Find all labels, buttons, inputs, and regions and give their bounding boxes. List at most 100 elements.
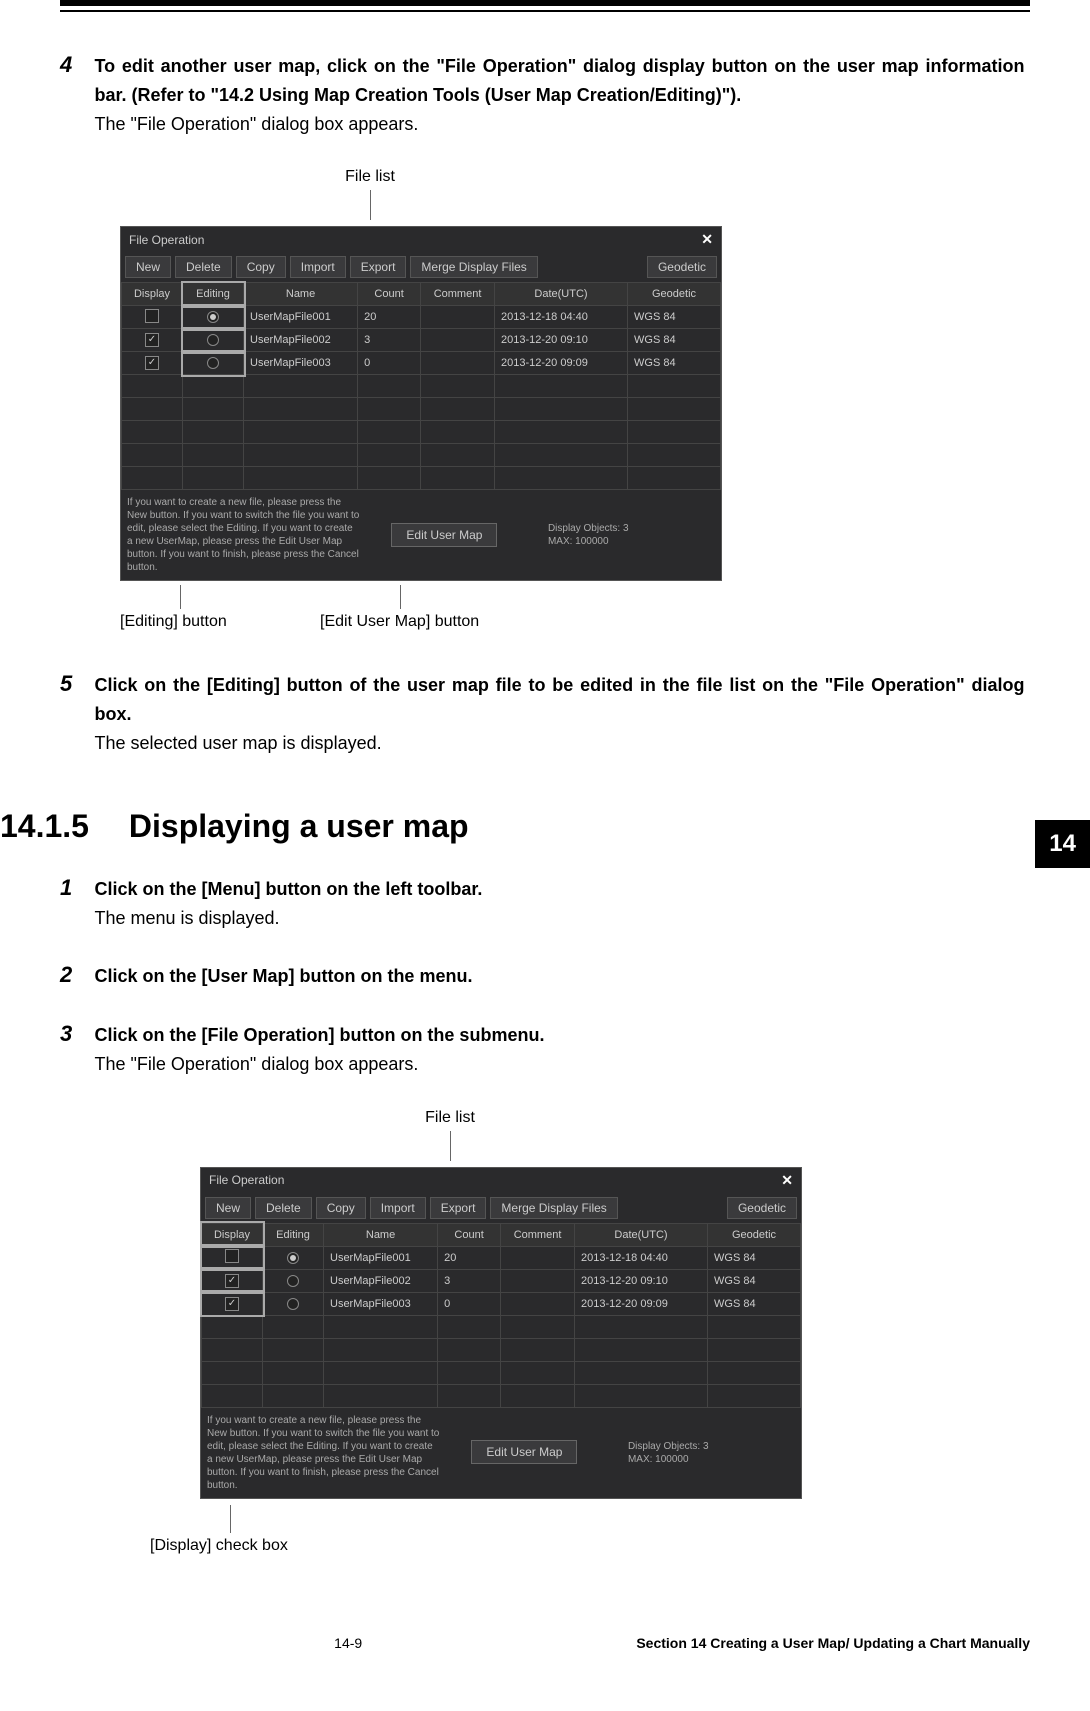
table-row[interactable]: ✓ UserMapFile002 3 2013-12-20 09:10 WGS … [202,1269,801,1292]
cell-count: 20 [358,306,421,329]
step1-instruction: Click on the [Menu] button on the left t… [94,879,482,899]
cell-geodetic: WGS 84 [628,352,721,375]
col-count: Count [358,283,421,306]
section-footer: Section 14 Creating a User Map/ Updating… [636,1635,1030,1651]
cell-count: 0 [438,1292,501,1315]
display-objects-text: Display Objects: 3 [628,1440,795,1453]
step5-result: The selected user map is displayed. [94,733,381,753]
cell-name: UserMapFile001 [244,306,358,329]
cell-count: 3 [438,1269,501,1292]
delete-button[interactable]: Delete [255,1197,312,1219]
step1-result: The menu is displayed. [94,908,279,928]
step-number: 5 [60,671,90,697]
editing-radio[interactable] [287,1275,299,1287]
col-comment: Comment [421,283,495,306]
export-button[interactable]: Export [350,256,407,278]
cell-name: UserMapFile003 [244,352,358,375]
cell-count: 0 [358,352,421,375]
close-icon[interactable]: ✕ [701,231,713,248]
editing-radio[interactable] [287,1298,299,1310]
table-row[interactable]: UserMapFile001 20 2013-12-18 04:40 WGS 8… [202,1246,801,1269]
copy-button[interactable]: Copy [316,1197,366,1219]
display-checkbox[interactable]: ✓ [145,356,159,370]
file-operation-dialog: File Operation ✕ New Delete Copy Import … [120,226,722,581]
dialog-hint: If you want to create a new file, please… [207,1414,441,1492]
copy-button[interactable]: Copy [236,256,286,278]
col-display: Display [122,283,183,306]
step-number: 3 [60,1021,90,1047]
display-checkbox[interactable]: ✓ [145,333,159,347]
cell-geodetic: WGS 84 [708,1292,801,1315]
import-button[interactable]: Import [370,1197,426,1219]
display-checkbox[interactable]: ✓ [225,1274,239,1288]
col-count: Count [438,1223,501,1246]
section-number: 14.1.5 [0,808,120,845]
chapter-tab: 14 [1035,820,1090,868]
step4-instruction: To edit another user map, click on the "… [94,56,1024,105]
table-row[interactable]: ✓ UserMapFile003 0 2013-12-20 09:09 WGS … [202,1292,801,1315]
cell-date: 2013-12-20 09:09 [495,352,628,375]
table-row[interactable]: UserMapFile001 20 2013-12-18 04:40 WGS 8… [122,306,721,329]
callout-editing-button: [Editing] button [120,613,227,630]
geodetic-button[interactable]: Geodetic [727,1197,797,1219]
cell-comment [501,1292,575,1315]
dialog-hint: If you want to create a new file, please… [127,496,361,574]
col-name: Name [324,1223,438,1246]
cell-name: UserMapFile001 [324,1246,438,1269]
step5-instruction: Click on the [Editing] button of the use… [94,675,1024,724]
step-number: 4 [60,52,90,78]
step3-instruction: Click on the [File Operation] button on … [94,1025,544,1045]
display-checkbox[interactable] [225,1249,239,1263]
cell-name: UserMapFile003 [324,1292,438,1315]
dialog-title: File Operation [209,1173,284,1187]
col-geodetic: Geodetic [628,283,721,306]
display-checkbox[interactable]: ✓ [225,1297,239,1311]
cell-comment [501,1269,575,1292]
col-date: Date(UTC) [575,1223,708,1246]
editing-radio[interactable] [207,334,219,346]
cell-date: 2013-12-20 09:10 [575,1269,708,1292]
geodetic-button[interactable]: Geodetic [647,256,717,278]
display-checkbox[interactable] [145,309,159,323]
callout-edit-user-map-button: [Edit User Map] button [320,613,479,630]
cell-name: UserMapFile002 [324,1269,438,1292]
editing-radio[interactable] [287,1252,299,1264]
cell-date: 2013-12-18 04:40 [575,1246,708,1269]
step2-instruction: Click on the [User Map] button on the me… [94,966,472,986]
col-name: Name [244,283,358,306]
col-date: Date(UTC) [495,283,628,306]
merge-button[interactable]: Merge Display Files [490,1197,617,1219]
dialog-title: File Operation [129,233,204,247]
callout-display-checkbox: [Display] check box [150,1537,288,1554]
section-title: Displaying a user map [129,808,469,844]
cell-date: 2013-12-20 09:10 [495,329,628,352]
cell-geodetic: WGS 84 [628,329,721,352]
step3-result: The "File Operation" dialog box appears. [94,1054,418,1074]
new-button[interactable]: New [205,1197,251,1219]
edit-user-map-button[interactable]: Edit User Map [391,523,497,547]
cell-comment [421,306,495,329]
cell-comment [421,352,495,375]
file-table: Display Editing Name Count Comment Date(… [201,1223,801,1408]
cell-count: 20 [438,1246,501,1269]
cell-geodetic: WGS 84 [708,1246,801,1269]
export-button[interactable]: Export [430,1197,487,1219]
step-number: 1 [60,875,90,901]
cell-date: 2013-12-18 04:40 [495,306,628,329]
editing-radio[interactable] [207,311,219,323]
max-objects-text: MAX: 100000 [548,535,715,548]
col-editing: Editing [183,283,244,306]
table-row[interactable]: ✓ UserMapFile002 3 2013-12-20 09:10 WGS … [122,329,721,352]
annotation-file-list: File list [345,168,395,185]
merge-button[interactable]: Merge Display Files [410,256,537,278]
cell-date: 2013-12-20 09:09 [575,1292,708,1315]
col-editing: Editing [263,1223,324,1246]
close-icon[interactable]: ✕ [781,1172,793,1189]
editing-radio[interactable] [207,357,219,369]
step4-result: The "File Operation" dialog box appears. [94,114,418,134]
delete-button[interactable]: Delete [175,256,232,278]
new-button[interactable]: New [125,256,171,278]
import-button[interactable]: Import [290,256,346,278]
table-row[interactable]: ✓ UserMapFile003 0 2013-12-20 09:09 WGS … [122,352,721,375]
edit-user-map-button[interactable]: Edit User Map [471,1440,577,1464]
